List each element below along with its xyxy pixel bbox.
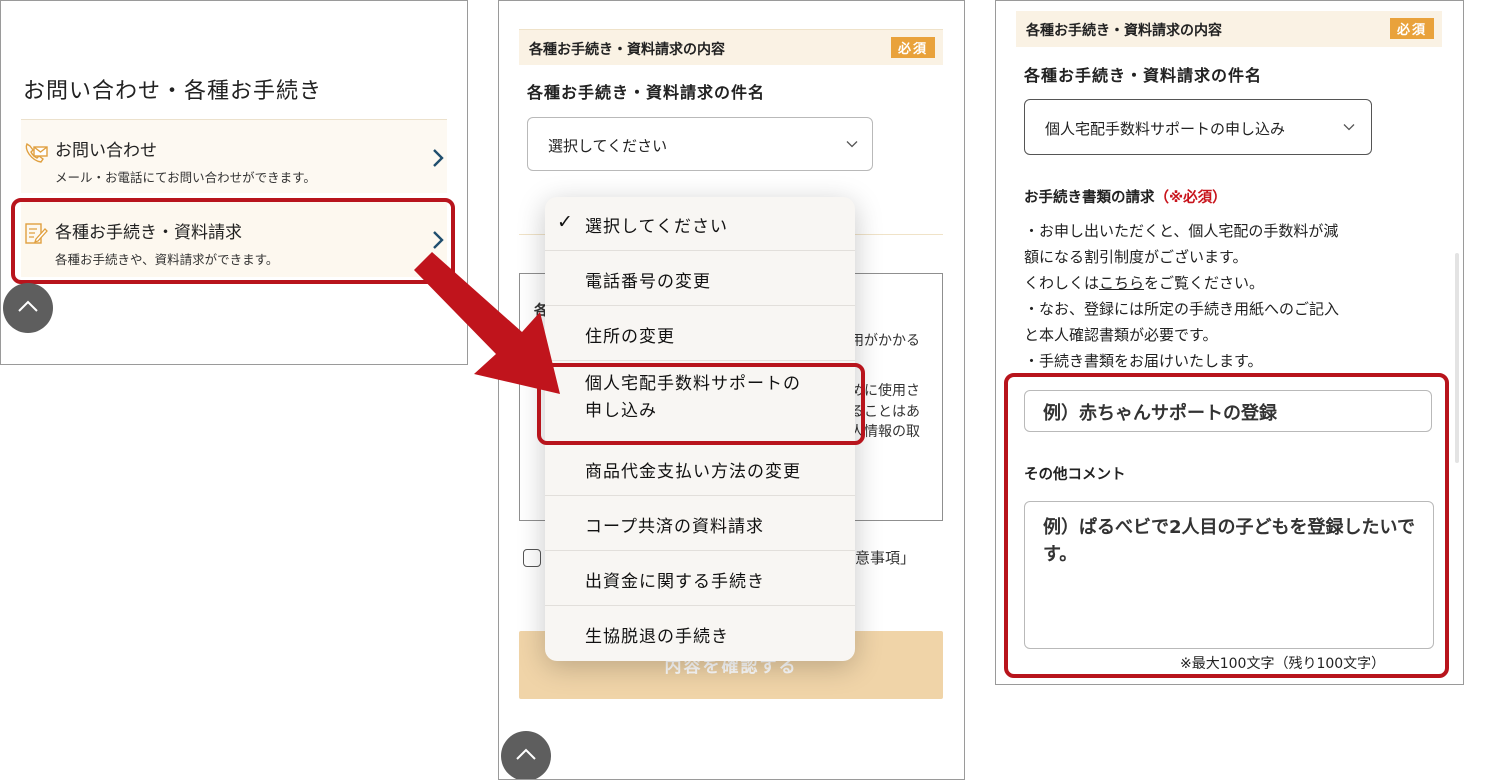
field-label: 各種お手続き・資料請求の件名 bbox=[1024, 66, 1263, 85]
required-badge: 必須 bbox=[890, 37, 935, 58]
description-line: と本人確認書類が必要です。 bbox=[1024, 326, 1218, 344]
highlight-box bbox=[537, 363, 865, 445]
chevron-down-icon bbox=[846, 141, 858, 148]
description-line: ・お申し出いただくと、個人宅配の手数料が減 bbox=[1024, 222, 1339, 240]
option-label: コープ共済の資料請求 bbox=[585, 517, 764, 537]
contact-menu-panel: お問い合わせ・各種お手続き お問い合わせ メール・お電話にてお問い合わせができま… bbox=[0, 0, 468, 365]
request-label: お手続き書類の請求（※必須） bbox=[1024, 186, 1227, 207]
arrow-annotation-icon bbox=[414, 252, 560, 394]
description-line: くわしくはこちらをご覧ください。 bbox=[1024, 270, 1434, 296]
description-line: ・なお、登録には所定の手続き用紙へのご記入 bbox=[1024, 300, 1340, 318]
subject-select[interactable]: 選択してください bbox=[527, 117, 873, 171]
subject-select[interactable]: 個人宅配手数料サポートの申し込み bbox=[1024, 99, 1372, 155]
section-header: 各種お手続き・資料請求の内容 必須 bbox=[1016, 11, 1442, 47]
required-note: （※必須） bbox=[1154, 190, 1227, 206]
option-label: 住所の変更 bbox=[585, 327, 675, 347]
menu-item-inquiry[interactable]: お問い合わせ メール・お電話にてお問い合わせができます。 bbox=[21, 119, 447, 193]
option-label: 選択してください bbox=[585, 217, 728, 237]
dropdown-option-payment-change[interactable]: 商品代金支払い方法の変更 bbox=[545, 442, 855, 496]
scroll-to-top-button[interactable] bbox=[501, 731, 551, 779]
chevron-down-icon bbox=[1343, 124, 1355, 131]
menu-item-subtitle: メール・お電話にてお問い合わせができます。 bbox=[55, 170, 316, 185]
dropdown-option-withdrawal[interactable]: 生協脱退の手続き bbox=[545, 607, 855, 661]
select-value: 個人宅配手数料サポートの申し込み bbox=[1045, 120, 1286, 138]
highlight-box bbox=[1004, 373, 1449, 678]
option-label: 電話番号の変更 bbox=[585, 272, 711, 292]
section-header: 各種お手続き・資料請求の内容 必須 bbox=[519, 29, 943, 65]
description-text: くわしくは bbox=[1024, 274, 1100, 292]
notice-text-fragment: 用がかかる bbox=[850, 333, 920, 349]
section-label: 各種お手続き・資料請求の内容 bbox=[529, 42, 725, 58]
dropdown-option-insurance-docs[interactable]: コープ共済の資料請求 bbox=[545, 497, 855, 551]
agree-text-fragment: 意事項」 bbox=[855, 549, 916, 567]
dropdown-option-phone-change[interactable]: 電話番号の変更 bbox=[545, 252, 855, 306]
highlight-box bbox=[11, 198, 455, 284]
chevron-up-icon bbox=[18, 300, 38, 312]
description-text: ・お申し出いただくと、個人宅配の手数料が減 額になる割引制度がございます。 くわ… bbox=[1024, 218, 1434, 374]
request-label-text: お手続き書類の請求 bbox=[1024, 190, 1155, 206]
option-label: 商品代金支払い方法の変更 bbox=[585, 462, 801, 482]
field-label: 各種お手続き・資料請求の件名 bbox=[527, 83, 766, 102]
required-badge: 必須 bbox=[1389, 18, 1434, 39]
phone-mail-icon bbox=[25, 142, 48, 163]
dropdown-option-address-change[interactable]: 住所の変更 bbox=[545, 307, 855, 361]
option-label: 生協脱退の手続き bbox=[585, 627, 729, 647]
check-icon: ✓ bbox=[557, 211, 574, 233]
description-line: ・手続き書類をお届けいたします。 bbox=[1024, 352, 1263, 370]
agree-checkbox[interactable] bbox=[523, 549, 541, 567]
page-title: お問い合わせ・各種お手続き bbox=[23, 79, 323, 104]
dropdown-option-placeholder[interactable]: ✓ 選択してください bbox=[545, 197, 855, 251]
scroll-to-top-button[interactable] bbox=[3, 283, 53, 333]
scrollbar[interactable] bbox=[1455, 253, 1459, 463]
select-value: 選択してください bbox=[548, 137, 668, 155]
section-label: 各種お手続き・資料請求の内容 bbox=[1026, 23, 1222, 39]
details-link[interactable]: こちら bbox=[1099, 274, 1144, 292]
option-label: 出資金に関する手続き bbox=[585, 572, 765, 592]
menu-item-title: お問い合わせ bbox=[55, 141, 157, 161]
dropdown-option-investment[interactable]: 出資金に関する手続き bbox=[545, 552, 855, 606]
description-text: をご覧ください。 bbox=[1144, 274, 1265, 292]
form-result-panel: 各種お手続き・資料請求の内容 必須 各種お手続き・資料請求の件名 個人宅配手数料… bbox=[995, 0, 1464, 685]
chevron-right-icon bbox=[433, 149, 444, 167]
chevron-up-icon bbox=[516, 748, 536, 760]
description-line: 額になる割引制度がございます。 bbox=[1024, 248, 1248, 266]
